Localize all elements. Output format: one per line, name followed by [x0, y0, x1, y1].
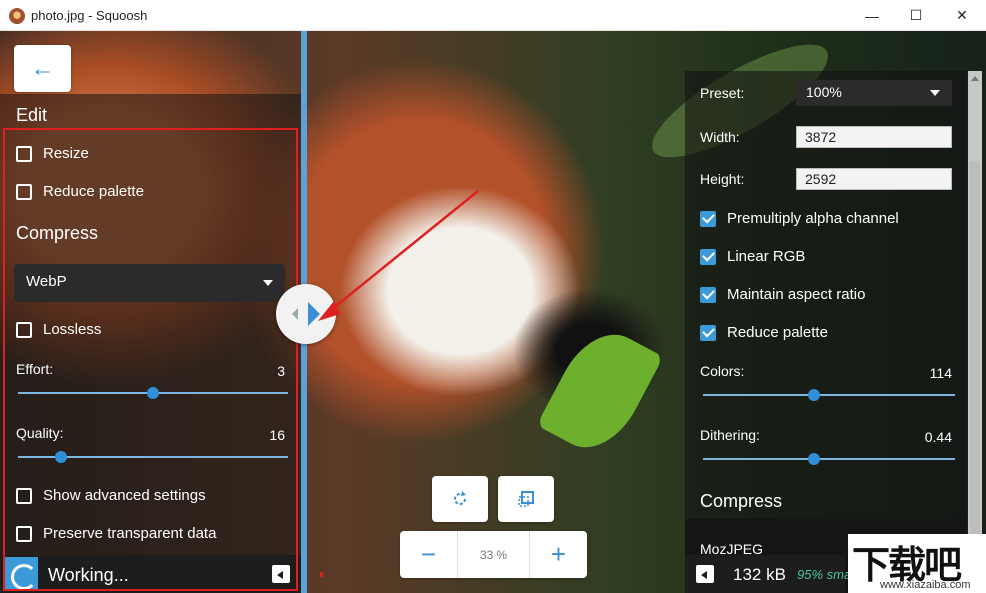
- title-bar: photo.jpg - Squoosh — ☐ ✕: [0, 0, 986, 31]
- width-label: Width:: [700, 129, 740, 145]
- colors-slider-thumb[interactable]: [807, 389, 820, 401]
- maintain-aspect-option[interactable]: Maintain aspect ratio: [700, 286, 865, 303]
- linear-rgb-option[interactable]: Linear RGB: [700, 248, 805, 265]
- right-reduce-palette-option[interactable]: Reduce palette: [700, 324, 828, 341]
- height-label: Height:: [700, 171, 745, 187]
- maintain-aspect-checkbox[interactable]: [700, 286, 716, 303]
- image-viewer[interactable]: ← Edit Resize Reduce palette Compress We…: [0, 31, 986, 593]
- preset-select[interactable]: 100%: [796, 80, 952, 106]
- scroll-up-icon[interactable]: [971, 76, 979, 81]
- preset-value: 100%: [806, 84, 842, 100]
- chevron-down-icon: [930, 90, 940, 96]
- savings-text: 95% smaller: [797, 567, 852, 582]
- background-toggle-icon: [518, 491, 534, 507]
- dithering-value: 0.44: [924, 429, 952, 445]
- file-size: 132 kB: [733, 565, 786, 584]
- dithering-slider[interactable]: [703, 453, 955, 465]
- linear-rgb-label: Linear RGB: [727, 248, 806, 265]
- right-download-icon[interactable]: [696, 565, 714, 583]
- dithering-slider-thumb[interactable]: [807, 453, 820, 465]
- zoom-control: − 33 % +: [400, 531, 587, 578]
- right-scrollbar-thumb[interactable]: [970, 161, 980, 541]
- height-input[interactable]: 2592: [796, 168, 952, 190]
- watermark-url: www.xiazaiba.com: [880, 579, 971, 591]
- linear-rgb-checkbox[interactable]: [700, 248, 716, 265]
- zoom-in-button[interactable]: +: [530, 531, 587, 578]
- close-button[interactable]: ✕: [939, 0, 985, 31]
- right-reduce-palette-checkbox[interactable]: [700, 324, 716, 341]
- right-compress-heading: Compress: [700, 491, 783, 511]
- zoom-value: 33: [479, 547, 494, 562]
- rotate-button[interactable]: [432, 476, 488, 522]
- right-reduce-palette-label: Reduce palette: [727, 324, 828, 341]
- zoom-out-button[interactable]: −: [400, 531, 457, 578]
- colors-value: 114: [929, 365, 952, 381]
- premultiply-checkbox[interactable]: [700, 210, 716, 227]
- app-icon: [9, 8, 25, 24]
- window-title: photo.jpg - Squoosh: [31, 8, 148, 23]
- zoom-unit: %: [496, 547, 508, 562]
- premultiply-option[interactable]: Premultiply alpha channel: [700, 210, 899, 227]
- maximize-button[interactable]: ☐: [893, 0, 939, 31]
- premultiply-label: Premultiply alpha channel: [727, 210, 899, 227]
- annotation-mark: [320, 572, 323, 577]
- colors-label: Colors:: [700, 363, 745, 379]
- width-input[interactable]: 3872: [796, 126, 952, 148]
- colors-slider[interactable]: [703, 389, 955, 401]
- rotate-icon: [454, 491, 466, 505]
- toggle-background-button[interactable]: [498, 476, 554, 522]
- minimize-button[interactable]: —: [849, 0, 895, 31]
- maintain-aspect-label: Maintain aspect ratio: [727, 286, 866, 303]
- preset-label: Preset:: [700, 85, 745, 101]
- zoom-value-field[interactable]: 33 %: [457, 531, 530, 578]
- dithering-label: Dithering:: [700, 427, 760, 443]
